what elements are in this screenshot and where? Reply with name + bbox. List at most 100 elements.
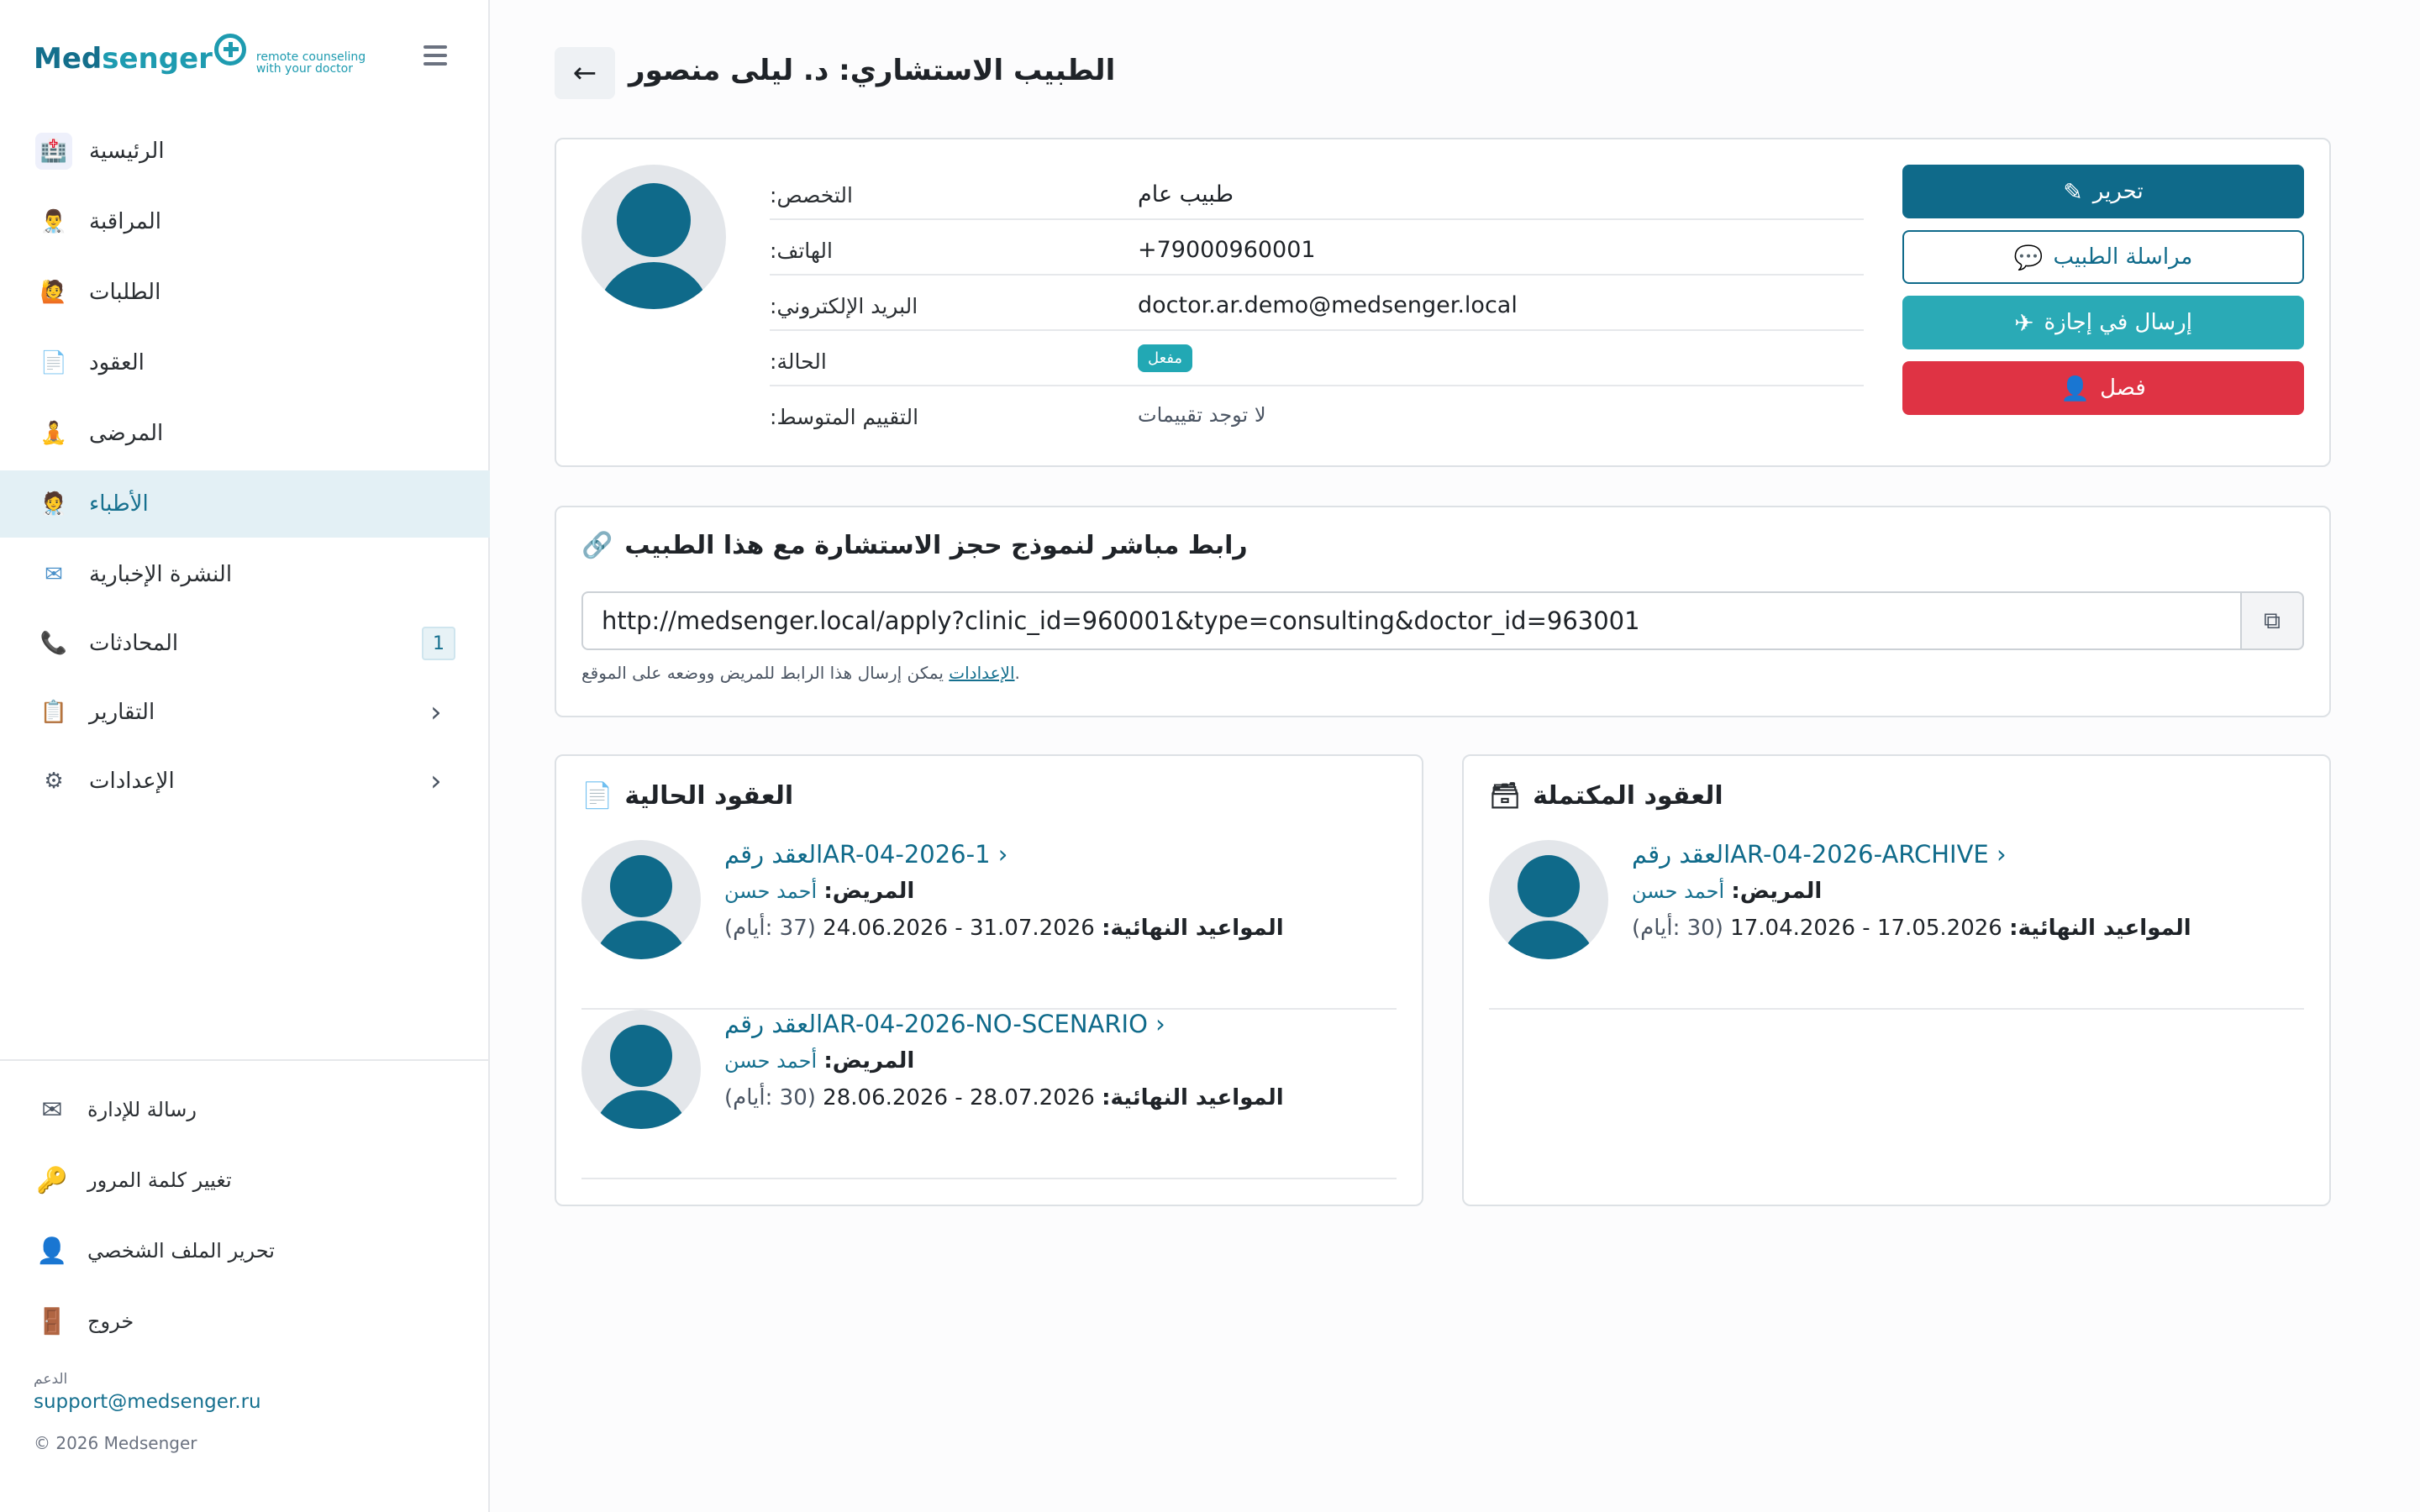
deadlines-value: 17.05.2026 - 17.04.2026 bbox=[1730, 916, 2002, 941]
sidebar-item-newsletter[interactable]: ✉ النشرة الإخبارية bbox=[0, 541, 490, 608]
settings-icon: ⚙ bbox=[44, 769, 64, 794]
contract-deadlines: المواعيد النهائية: 28.07.2026 - 28.06.20… bbox=[724, 1085, 1284, 1110]
edit-icon: ✎ bbox=[2063, 177, 2083, 206]
sidebar-item-label: الرئيسية bbox=[89, 139, 165, 164]
booking-title-text: رابط مباشر لنموذج حجز الاستشارة مع هذا ا… bbox=[624, 531, 1248, 560]
sidebar-item-settings[interactable]: ⚙ الإعدادات › bbox=[0, 748, 490, 815]
patient-label: المريض: bbox=[823, 1048, 915, 1074]
sidebar-item-home[interactable]: 🏥 الرئيسية bbox=[0, 118, 490, 185]
info-row-specialty: :التخصص طبيب عام bbox=[770, 165, 1864, 220]
phone-value: +79000960001 bbox=[1138, 237, 1316, 263]
change-password-link[interactable]: 🔑 تغيير كلمة المرور bbox=[0, 1151, 490, 1210]
logout-link[interactable]: 🚪 خروج bbox=[0, 1292, 490, 1351]
specialty-label: :التخصص bbox=[770, 183, 853, 207]
edit-profile-link[interactable]: 👤 تحرير الملف الشخصي bbox=[0, 1221, 490, 1280]
logo-text-senger: senger bbox=[102, 42, 213, 76]
user-edit-icon: 👤 bbox=[36, 1236, 68, 1266]
sidebar-item-requests[interactable]: 🙋 الطلبات bbox=[0, 259, 490, 326]
info-row-email: :البريد الإلكتروني doctor.ar.demo@medsen… bbox=[770, 276, 1864, 331]
arrow-left-icon: ← bbox=[572, 56, 597, 90]
contract-deadlines: المواعيد النهائية: 17.05.2026 - 17.04.20… bbox=[1632, 916, 2191, 941]
sidebar-divider bbox=[0, 1059, 490, 1061]
completed-contracts-title-text: العقود المكتملة bbox=[1533, 781, 1723, 811]
specialty-value: طبيب عام bbox=[1138, 181, 1234, 207]
settings-link[interactable]: الإعدادات bbox=[949, 663, 1014, 683]
message-doctor-button[interactable]: 💬 مراسلة الطبيب bbox=[1902, 230, 2304, 284]
sidebar-item-doctors[interactable]: 🧑‍⚕️ الأطباء bbox=[0, 470, 490, 538]
patient-link[interactable]: أحمد حسن bbox=[724, 879, 817, 903]
menu-toggle-icon[interactable] bbox=[424, 45, 447, 66]
doctors-icon: 🧑‍⚕️ bbox=[39, 491, 68, 517]
plane-icon: ✈ bbox=[2014, 308, 2034, 337]
logo-text-med: Med bbox=[34, 42, 103, 76]
sidebar-item-label: الطلبات bbox=[89, 280, 161, 305]
send-on-vacation-button[interactable]: ✈ إرسال في إجازة bbox=[1902, 296, 2304, 349]
comment-icon: 💬 bbox=[2013, 243, 2044, 271]
footer-item-label: خروج bbox=[87, 1310, 134, 1333]
rating-label: :التقييم المتوسط bbox=[770, 405, 919, 429]
message-admin-link[interactable]: ✉ رسالة للإدارة bbox=[0, 1080, 490, 1139]
sidebar-item-label: المراقبة bbox=[89, 209, 161, 234]
current-contracts-title-text: العقود الحالية bbox=[624, 781, 794, 811]
reports-icon: 📋 bbox=[39, 700, 68, 725]
logo-tagline-2: with your doctor bbox=[255, 62, 353, 76]
days-count: (37 :أيام) bbox=[724, 916, 816, 941]
patient-avatar bbox=[581, 840, 701, 959]
sidebar-item-chats[interactable]: 📞 المحادثات 1 bbox=[0, 610, 490, 677]
contract-number: العقد رقمAR-04-2026-NO-SCENARIO bbox=[724, 1010, 1148, 1038]
contract-patient: المريض: أحمد حسن bbox=[724, 1048, 914, 1074]
back-button[interactable]: ← bbox=[555, 47, 615, 99]
message-doctor-label: مراسلة الطبيب bbox=[2053, 244, 2193, 270]
patient-avatar bbox=[581, 1010, 701, 1129]
footer-item-label: رسالة للإدارة bbox=[87, 1098, 197, 1121]
booking-link-title: 🔗 رابط مباشر لنموذج حجز الاستشارة مع هذا … bbox=[581, 531, 1248, 560]
sidebar-item-contracts[interactable]: 📄 العقود bbox=[0, 329, 490, 396]
booking-url-field[interactable]: http://medsenger.local/apply?clinic_id=9… bbox=[581, 591, 2242, 650]
deadlines-label: المواعيد النهائية: bbox=[2009, 916, 2191, 941]
chevron-right-icon: › bbox=[1155, 1010, 1165, 1038]
sidebar-item-label: المحادثات bbox=[89, 631, 179, 656]
contract-item: العقد رقمAR-04-2026-ARCHIVE › المريض: أح… bbox=[1489, 840, 2304, 1010]
deadlines-label: المواعيد النهائية: bbox=[1102, 1085, 1284, 1110]
sidebar-item-label: الأطباء bbox=[89, 491, 149, 517]
doctor-monitoring-icon: 👨‍⚕️ bbox=[39, 209, 68, 234]
dismiss-button[interactable]: 👤 فصل bbox=[1902, 361, 2304, 415]
contract-deadlines: المواعيد النهائية: 31.07.2026 - 24.06.20… bbox=[724, 916, 1284, 941]
info-row-rating: :التقييم المتوسط لا توجد تقييمات bbox=[770, 386, 1864, 442]
medsenger-logo[interactable]: Medsenger remote counseling with your doc… bbox=[34, 34, 366, 84]
contract-patient: المريض: أحمد حسن bbox=[1632, 879, 1822, 904]
requests-icon: 🙋 bbox=[39, 280, 68, 305]
copy-icon: ⧉ bbox=[2264, 606, 2281, 634]
email-label: :البريد الإلكتروني bbox=[770, 294, 918, 318]
copy-url-button[interactable]: ⧉ bbox=[2240, 591, 2304, 650]
sidebar-item-monitoring[interactable]: 👨‍⚕️ المراقبة bbox=[0, 188, 490, 255]
sidebar-item-reports[interactable]: 📋 التقارير › bbox=[0, 679, 490, 746]
status-label: :الحالة bbox=[770, 349, 827, 374]
contract-item: العقد رقمAR-04-2026-NO-SCENARIO › المريض… bbox=[581, 1010, 1397, 1179]
contract-link[interactable]: العقد رقمAR-04-2026-NO-SCENARIO › bbox=[724, 1010, 1165, 1038]
sidebar-item-label: النشرة الإخبارية bbox=[89, 562, 233, 587]
contract-number: العقد رقمAR-04-2026-ARCHIVE bbox=[1632, 840, 1989, 869]
patient-link[interactable]: أحمد حسن bbox=[724, 1049, 817, 1073]
logo-plus-icon bbox=[213, 34, 246, 66]
patient-label: المريض: bbox=[1731, 879, 1823, 904]
logout-icon: 🚪 bbox=[36, 1306, 68, 1336]
dismiss-button-label: فصل bbox=[2100, 375, 2146, 401]
sidebar-item-patients[interactable]: 🧘 المرضى bbox=[0, 400, 490, 467]
patient-link[interactable]: أحمد حسن bbox=[1632, 879, 1724, 903]
edit-button[interactable]: ✎ تحرير bbox=[1902, 165, 2304, 218]
chevron-right-icon: › bbox=[430, 696, 442, 729]
file-icon: 📄 bbox=[581, 781, 613, 811]
sidebar-item-label: الإعدادات bbox=[89, 769, 175, 794]
hospital-icon: 🏥 bbox=[35, 133, 72, 170]
phone-label: :الهاتف bbox=[770, 239, 833, 263]
contract-item: العقد رقمAR-04-2026-1 › المريض: أحمد حسن… bbox=[581, 840, 1397, 1010]
contract-link[interactable]: العقد رقمAR-04-2026-ARCHIVE › bbox=[1632, 840, 2007, 869]
support-email-link[interactable]: support@medsenger.ru bbox=[34, 1391, 261, 1413]
info-row-phone: :الهاتف +79000960001 bbox=[770, 220, 1864, 276]
days-count: (30 :أيام) bbox=[1632, 916, 1723, 941]
patient-label: المريض: bbox=[823, 879, 915, 904]
archive-icon: 🗃 bbox=[1489, 781, 1522, 811]
sidebar: Medsenger remote counseling with your doc… bbox=[0, 0, 490, 1512]
contract-link[interactable]: العقد رقمAR-04-2026-1 › bbox=[724, 840, 1007, 869]
